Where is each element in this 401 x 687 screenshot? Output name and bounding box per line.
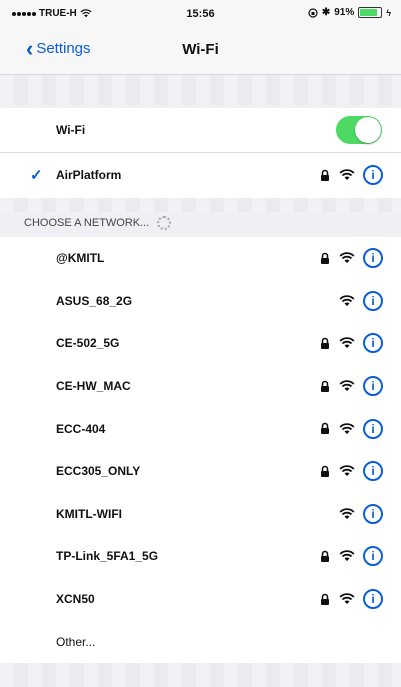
network-icons: i <box>339 503 383 524</box>
blurred-banner <box>0 75 401 105</box>
network-name: ECC305_ONLY <box>56 464 141 479</box>
info-icon[interactable]: i <box>363 461 383 482</box>
lock-icon <box>321 550 329 562</box>
network-icons: i <box>319 376 383 397</box>
info-icon[interactable]: i <box>363 589 383 610</box>
network-name: CE-502_5G <box>56 336 120 351</box>
wifi-toggle-row: Wi-Fi <box>0 108 401 153</box>
network-row[interactable]: CE-HW_MAC i <box>0 365 401 408</box>
network-row[interactable]: CE-502_5G i <box>0 322 401 365</box>
status-bar: TRUE-H 15:56 ✱ 91% ϟ <box>0 0 401 26</box>
wifi-signal-icon <box>339 337 355 349</box>
network-name: @KMITL <box>56 251 105 266</box>
network-row[interactable]: KMITL-WIFI i <box>0 493 401 536</box>
network-icons: i <box>319 418 383 439</box>
battery-percent: 91% <box>334 7 355 18</box>
network-name: TP-Link_5FA1_5G <box>56 549 159 564</box>
info-icon[interactable]: i <box>363 376 383 397</box>
network-name: KMITL-WIFI <box>56 506 122 521</box>
checkmark-icon: ✓ <box>30 167 43 184</box>
section-header-label: CHOOSE A NETWORK... <box>24 217 150 229</box>
wifi-signal-icon <box>339 550 355 562</box>
lock-icon <box>321 422 329 435</box>
blurred-divider <box>0 198 401 212</box>
lock-icon <box>321 169 329 181</box>
wifi-signal-icon <box>339 169 355 180</box>
lock-icon <box>321 465 329 477</box>
network-icons: i <box>319 589 383 610</box>
section-header: CHOOSE A NETWORK... <box>24 216 172 230</box>
info-icon[interactable]: i <box>363 290 383 311</box>
wifi-signal-icon <box>339 295 355 306</box>
lock-icon <box>321 337 329 349</box>
page-title: Wi-Fi <box>182 41 219 58</box>
network-row[interactable]: ASUS_68_2G i <box>0 280 401 323</box>
wifi-signal-icon <box>339 422 355 434</box>
info-icon[interactable]: i <box>363 248 383 269</box>
network-icons: i <box>319 461 383 482</box>
wifi-toggle-switch[interactable] <box>336 116 382 144</box>
network-icons: i <box>319 248 383 269</box>
network-row[interactable]: ECC305_ONLY i <box>0 450 401 493</box>
lock-icon <box>321 593 329 605</box>
wifi-toggle-label: Wi-Fi <box>56 123 86 137</box>
network-icons: i <box>319 546 383 567</box>
network-name: ASUS_68_2G <box>56 293 133 308</box>
network-list: @KMITL i ASUS_68_2G i CE-502_5G i CE-HW_MAC i EC… <box>0 237 401 663</box>
network-name: CE-HW_MAC <box>56 379 131 394</box>
rotation-lock-icon <box>308 7 318 18</box>
wifi-signal-icon <box>339 465 355 477</box>
info-icon[interactable]: i <box>363 333 383 354</box>
toggle-knob <box>355 117 381 143</box>
other-network-label: Other... <box>56 634 96 649</box>
network-name: XCN50 <box>56 592 95 607</box>
other-network-row[interactable]: Other... <box>0 620 401 663</box>
network-row[interactable]: XCN50 i <box>0 578 401 621</box>
wifi-signal-icon <box>339 380 355 392</box>
lock-icon <box>321 380 329 392</box>
battery-icon <box>358 7 383 18</box>
network-row[interactable]: ECC-404 i <box>0 407 401 450</box>
navigation-bar: ‹ Settings Wi-Fi <box>0 26 401 75</box>
network-icons: i <box>319 333 383 354</box>
wifi-signal-icon <box>339 593 355 605</box>
info-icon[interactable]: i <box>363 418 383 439</box>
network-row[interactable]: @KMITL i <box>0 237 401 280</box>
connected-network-icons: i <box>319 165 383 185</box>
wifi-signal-icon <box>339 508 355 519</box>
status-bar-right: ✱ 91% ϟ <box>308 7 391 18</box>
loading-spinner-icon <box>157 216 172 230</box>
network-icons: i <box>339 290 383 311</box>
blurred-footer <box>0 663 401 687</box>
wifi-settings-group: Wi-Fi ✓ AirPlatform i <box>0 108 401 198</box>
info-icon[interactable]: i <box>363 546 383 567</box>
info-icon[interactable]: i <box>363 165 383 185</box>
bluetooth-icon: ✱ <box>321 7 331 18</box>
wifi-signal-icon <box>339 252 355 264</box>
lock-icon <box>321 252 329 264</box>
charging-icon: ϟ <box>386 7 391 18</box>
network-name: ECC-404 <box>56 421 106 436</box>
connected-network-name: AirPlatform <box>56 168 122 182</box>
info-icon[interactable]: i <box>363 503 383 524</box>
connected-network-row[interactable]: ✓ AirPlatform i <box>0 152 401 198</box>
network-row[interactable]: TP-Link_5FA1_5G i <box>0 535 401 578</box>
